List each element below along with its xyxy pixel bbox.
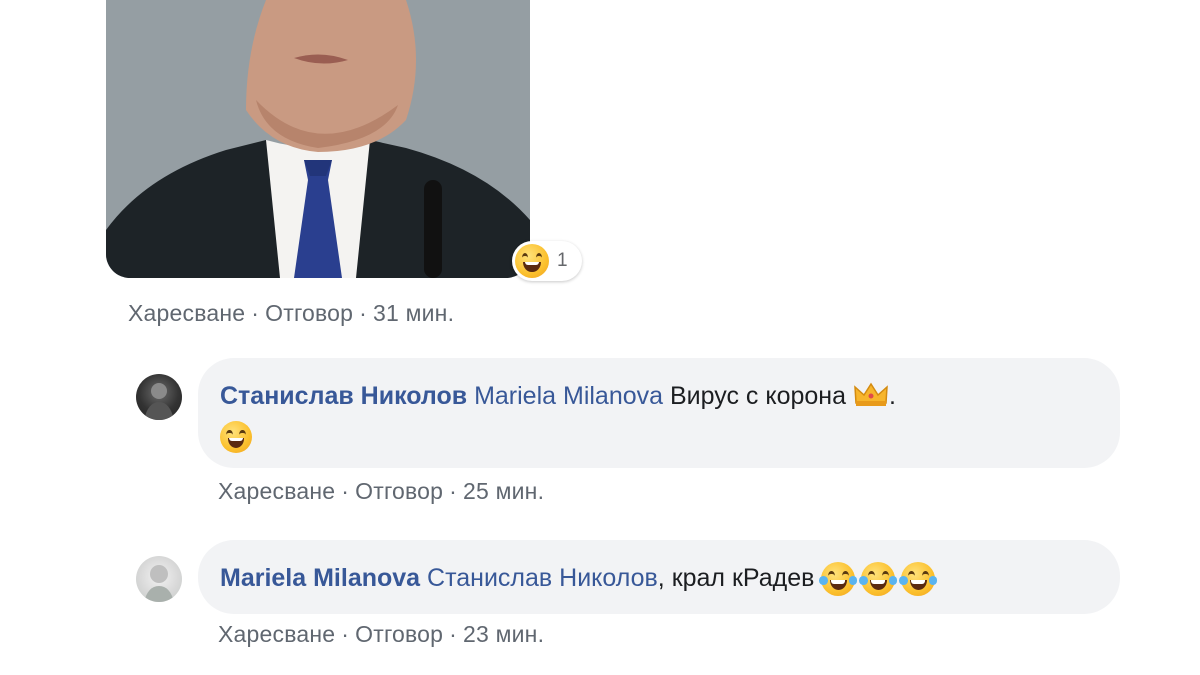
reply-meta: Харесване · Отговор · 25 мин. xyxy=(218,478,544,505)
laughing-tears-emoji-icon xyxy=(859,562,898,597)
reaction-count: 1 xyxy=(557,250,568,271)
grin-emoji-icon xyxy=(220,421,252,454)
separator-dot: · xyxy=(449,621,458,647)
person-photo-illustration xyxy=(106,0,530,278)
avatar-image xyxy=(144,383,174,420)
like-link[interactable]: Харесване xyxy=(218,621,335,647)
separator-dot: · xyxy=(359,300,368,326)
crown-emoji-icon xyxy=(854,382,888,406)
comment-photo-attachment[interactable] xyxy=(106,0,530,278)
comment-thread: 1 Харесване · Отговор · 31 мин. Станислав Ни… xyxy=(0,0,1200,675)
timestamp[interactable]: 23 мин. xyxy=(463,621,544,647)
reply-link[interactable]: Отговор xyxy=(355,621,443,647)
avatar-image xyxy=(144,565,174,602)
separator-dot: · xyxy=(251,300,260,326)
haha-emoji-icon xyxy=(515,244,549,278)
avatar[interactable] xyxy=(136,556,182,602)
separator-dot: · xyxy=(341,478,350,504)
reply-bubble: Mariela Milanova Станислав Николов, крал… xyxy=(198,540,1120,614)
like-link[interactable]: Харесване xyxy=(218,478,335,504)
laughing-tears-emoji-icon xyxy=(899,562,938,597)
comment-meta: Харесване · Отговор · 31 мин. xyxy=(128,300,454,327)
separator-dot: · xyxy=(341,621,350,647)
comment-author[interactable]: Станислав Николов xyxy=(220,382,467,410)
reply-link[interactable]: Отговор xyxy=(265,300,353,326)
reaction-summary[interactable]: 1 xyxy=(512,241,582,281)
separator-dot: · xyxy=(449,478,458,504)
reply-meta: Харесване · Отговор · 23 мин. xyxy=(218,621,544,648)
like-link[interactable]: Харесване xyxy=(128,300,245,326)
comment-author[interactable]: Mariela Milanova xyxy=(220,564,420,592)
comment-punctuation: . xyxy=(888,382,896,410)
timestamp[interactable]: 25 мин. xyxy=(463,478,544,504)
reply-link[interactable]: Отговор xyxy=(355,478,443,504)
avatar[interactable] xyxy=(136,374,182,420)
laughing-tears-emoji-icon xyxy=(819,562,858,597)
comment-text: Вирус с корона xyxy=(670,382,847,410)
comment-text: , крал кРадев xyxy=(657,564,815,592)
mention-link[interactable]: Mariela Milanova xyxy=(474,382,663,410)
timestamp[interactable]: 31 мин. xyxy=(373,300,454,326)
reply-bubble: Станислав Николов Mariela Milanova Вирус… xyxy=(198,358,1120,468)
mention-link[interactable]: Станислав Николов xyxy=(427,564,658,592)
